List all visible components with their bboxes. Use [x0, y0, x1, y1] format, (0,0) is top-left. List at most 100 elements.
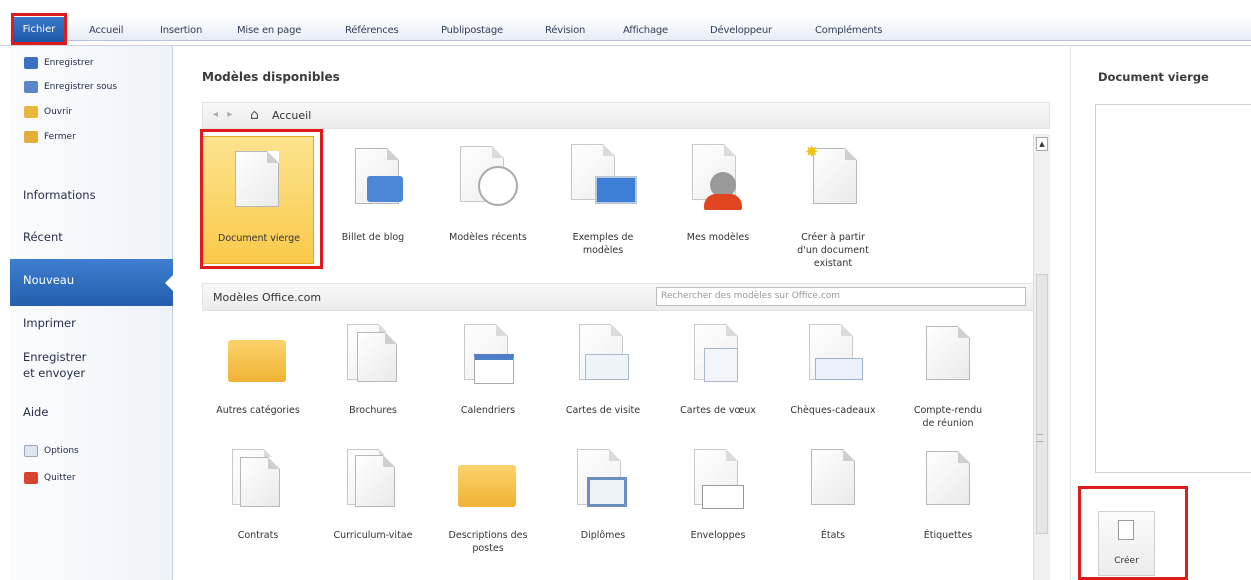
- tile-mes-modeles[interactable]: Mes modèles: [662, 136, 774, 266]
- back-forward-icon[interactable]: ◂ ▸: [213, 109, 235, 120]
- brochure-icon: [357, 332, 397, 382]
- tab-mise-en-page[interactable]: Mise en page: [237, 22, 301, 40]
- tab-complements[interactable]: Compléments: [815, 22, 882, 40]
- nav-imprimer[interactable]: Imprimer: [23, 315, 76, 331]
- envelope-icon: [702, 485, 744, 509]
- tile-label-line2: postes: [472, 543, 504, 554]
- tile-autres-categories[interactable]: Autres catégories: [202, 316, 314, 446]
- nav-fermer[interactable]: Fermer: [24, 126, 76, 148]
- tile-cartes-de-voeux[interactable]: Cartes de vœux: [662, 316, 774, 446]
- tile-label-line2: modèles: [582, 245, 624, 256]
- tile-label: États: [820, 530, 846, 541]
- templates-scrollbar[interactable]: ▲: [1033, 134, 1050, 580]
- template-nav-bar: ◂ ▸ ⌂ Accueil: [202, 102, 1050, 129]
- tile-contrats[interactable]: Contrats: [202, 441, 314, 571]
- backstage-nav: Enregistrer Enregistrer sous Ouvrir Ferm…: [10, 46, 174, 580]
- folder-icon: [228, 340, 286, 382]
- tile-label-line1: Compte-rendu: [913, 405, 983, 416]
- nav-informations[interactable]: Informations: [23, 187, 96, 203]
- nav-quitter[interactable]: Quitter: [24, 467, 76, 489]
- tile-calendriers[interactable]: Calendriers: [432, 316, 544, 446]
- gift-voucher-icon: [815, 358, 863, 380]
- new-document-icon: [1118, 520, 1134, 540]
- tile-curriculum-vitae[interactable]: Curriculum-vitae: [317, 441, 429, 571]
- scroll-grip-icon: [1037, 434, 1043, 442]
- tile-label-line1: Créer à partir: [801, 232, 865, 243]
- nav-enregistrer-sous[interactable]: Enregistrer sous: [24, 76, 117, 98]
- nav-enregistrer-envoyer[interactable]: Enregistrer et envoyer: [23, 349, 86, 381]
- tab-developpeur[interactable]: Développeur: [710, 22, 772, 40]
- user-body-icon: [704, 194, 742, 210]
- tile-label: Brochures: [349, 405, 397, 416]
- tab-references[interactable]: Références: [345, 22, 399, 40]
- tile-modeles-recents[interactable]: Modèles récents: [432, 136, 544, 266]
- tab-revision[interactable]: Révision: [545, 22, 585, 40]
- home-icon[interactable]: ⌂: [250, 107, 259, 123]
- close-folder-icon: [24, 131, 38, 143]
- nav-enregistrer[interactable]: Enregistrer: [24, 52, 94, 74]
- tab-fichier[interactable]: Fichier: [14, 17, 64, 42]
- greeting-card-icon: [704, 348, 738, 382]
- tile-cheques-cadeaux[interactable]: Chèques-cadeaux: [777, 316, 889, 446]
- tab-accueil[interactable]: Accueil: [89, 22, 124, 40]
- calendar-icon: [474, 354, 514, 384]
- tile-label-line2: d'un document: [797, 245, 869, 256]
- tab-publipostage[interactable]: Publipostage: [441, 22, 503, 40]
- nav-aide[interactable]: Aide: [23, 404, 48, 420]
- tile-label-line3: existant: [813, 258, 853, 269]
- nav-nouveau[interactable]: Nouveau: [10, 259, 174, 306]
- nav-ouvrir[interactable]: Ouvrir: [24, 101, 72, 123]
- selection-notch: [165, 274, 174, 292]
- office-templates-bar: Modèles Office.com Rechercher des modèle…: [202, 283, 1050, 311]
- blank-document-icon: [235, 151, 279, 207]
- contract-icon: [240, 457, 280, 507]
- tile-brochures[interactable]: Brochures: [317, 316, 429, 446]
- tile-descriptions-des-postes[interactable]: Descriptions des postes: [432, 441, 544, 571]
- tile-label: Contrats: [237, 530, 279, 541]
- tile-label: Autres catégories: [216, 405, 300, 416]
- tile-label-line1: Exemples de: [572, 232, 634, 243]
- tile-diplomes[interactable]: Diplômes: [547, 441, 659, 571]
- resume-icon: [355, 455, 395, 507]
- tab-affichage[interactable]: Affichage: [623, 22, 668, 40]
- tile-label-line1: Descriptions des: [448, 530, 528, 541]
- tile-etats[interactable]: États: [777, 441, 889, 571]
- tile-etiquettes[interactable]: Étiquettes: [892, 441, 1004, 571]
- tile-label: Mes modèles: [686, 232, 750, 243]
- tile-label: Diplômes: [580, 530, 626, 541]
- new-from-existing-icon: [813, 148, 857, 204]
- tile-document-vierge[interactable]: Document vierge: [202, 136, 314, 264]
- nav-ouvrir-label: Ouvrir: [44, 107, 73, 117]
- nav-recent[interactable]: Récent: [23, 229, 63, 245]
- tile-creer-a-partir[interactable]: ✸ Créer à partir d'un document existant: [777, 136, 889, 269]
- folder-icon: [458, 465, 516, 507]
- tile-billet-de-blog[interactable]: Billet de blog: [317, 136, 429, 266]
- nav-fermer-label: Fermer: [44, 132, 76, 142]
- monitor-icon: [595, 176, 637, 204]
- tile-exemples-de-modeles[interactable]: Exemples de modèles: [547, 136, 659, 266]
- scroll-thumb[interactable]: [1036, 274, 1048, 534]
- scroll-up-arrow-icon[interactable]: ▲: [1036, 137, 1048, 151]
- tab-insertion[interactable]: Insertion: [160, 22, 202, 40]
- tile-label: Cartes de visite: [565, 405, 641, 416]
- save-icon: [24, 57, 38, 69]
- star-icon: ✸: [805, 142, 819, 161]
- nav-nouveau-label: Nouveau: [23, 273, 75, 287]
- tile-enveloppes[interactable]: Enveloppes: [662, 441, 774, 571]
- tile-compte-rendu[interactable]: Compte-rendu de réunion: [892, 316, 1004, 446]
- nav-options[interactable]: Options: [24, 440, 79, 462]
- tile-cartes-de-visite[interactable]: Cartes de visite: [547, 316, 659, 446]
- labels-icon: [926, 451, 970, 505]
- tile-label: Billet de blog: [341, 232, 405, 243]
- exit-icon: [24, 472, 38, 484]
- nav-enregistrer-label: Enregistrer: [44, 58, 94, 68]
- tile-label-line2: de réunion: [922, 418, 974, 429]
- office-search-input[interactable]: Rechercher des modèles sur Office.com: [656, 287, 1026, 306]
- create-button[interactable]: Créer: [1098, 511, 1155, 576]
- report-icon: [811, 449, 855, 505]
- tile-label: Étiquettes: [923, 530, 973, 541]
- nav-enregistrer-envoyer-line1: Enregistrer: [23, 350, 87, 364]
- preview-title: Document vierge: [1098, 70, 1209, 84]
- breadcrumb[interactable]: Accueil: [272, 109, 311, 122]
- save-as-icon: [24, 81, 38, 93]
